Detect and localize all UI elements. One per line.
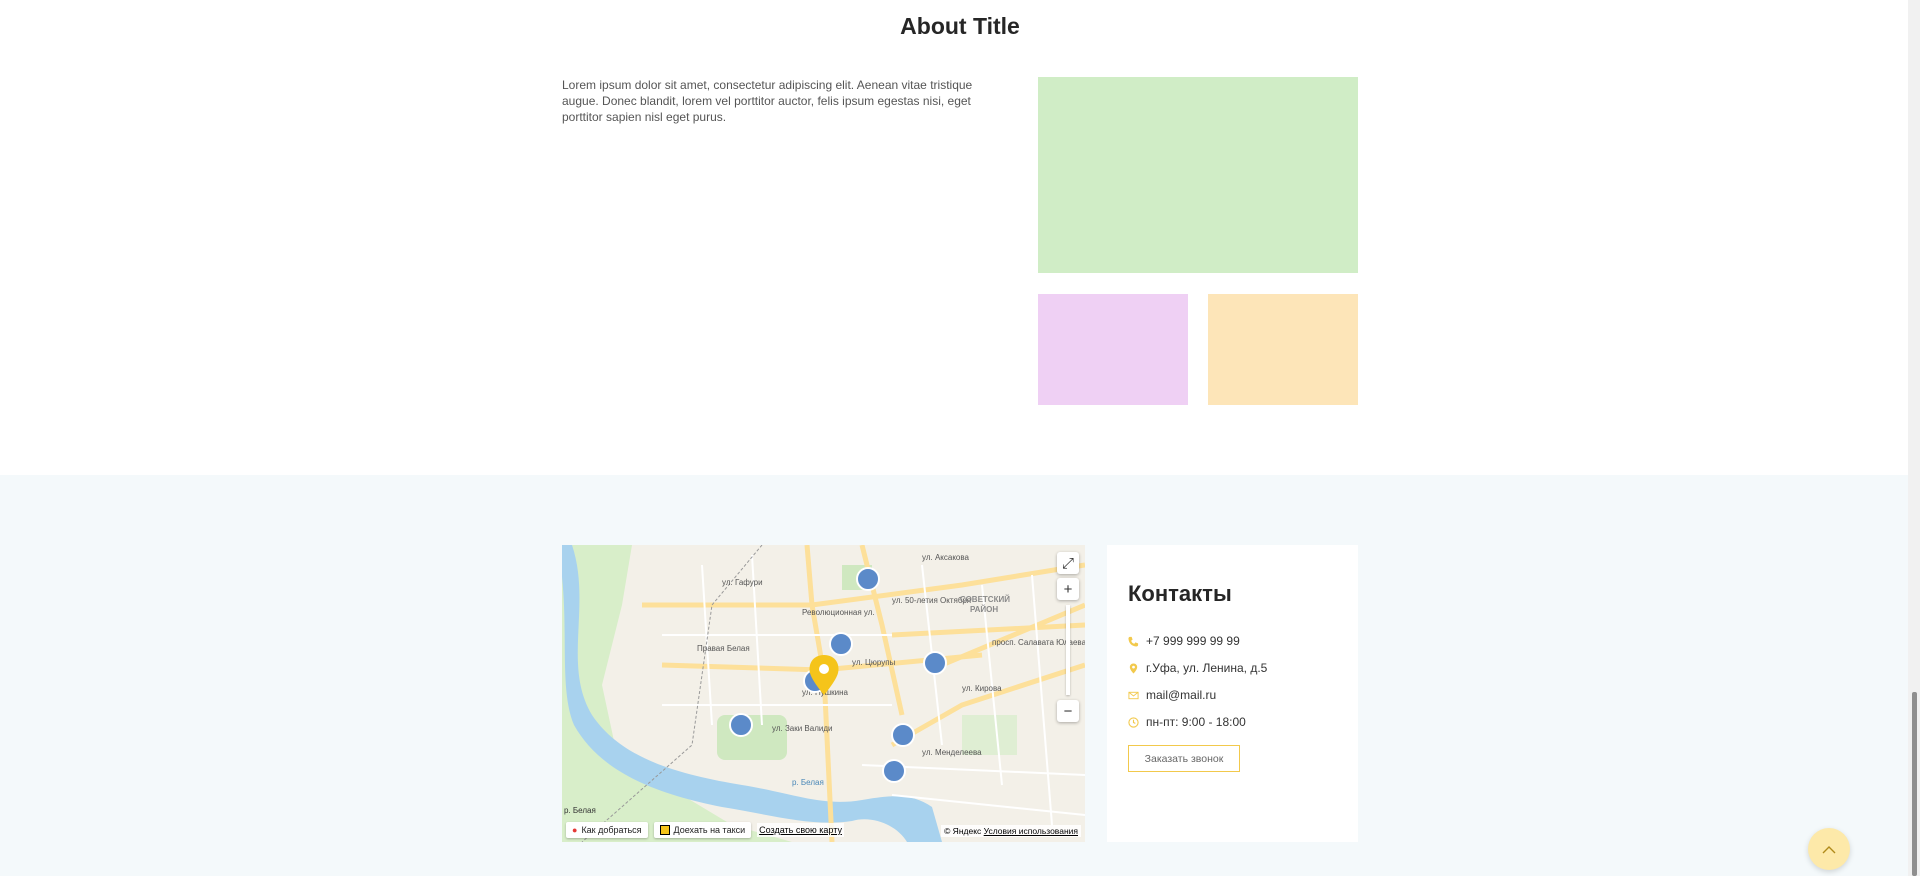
contact-hours: пн-пт: 9:00 - 18:00 — [1128, 715, 1246, 729]
zoom-out-icon[interactable]: − — [1057, 700, 1079, 722]
fullscreen-icon[interactable]: ⤢ — [1057, 552, 1079, 574]
zoom-slider[interactable] — [1066, 605, 1070, 695]
photo-marker[interactable] — [729, 713, 753, 737]
taxi-button[interactable]: Доехать на такси — [653, 822, 752, 838]
email-text[interactable]: mail@mail.ru — [1146, 688, 1216, 702]
map-copyright: © Яндекс Условия использования — [941, 825, 1081, 837]
photo-marker[interactable] — [923, 651, 947, 675]
address-text: г.Уфа, ул. Ленина, д.5 — [1146, 661, 1268, 675]
map-bottom-bar: ● Как добраться Доехать на такси Создать… — [566, 822, 844, 838]
photo-marker[interactable] — [856, 567, 880, 591]
taxi-icon — [659, 825, 670, 835]
image-placeholder-small-right — [1208, 294, 1358, 405]
hours-text: пн-пт: 9:00 - 18:00 — [1146, 715, 1246, 729]
scroll-to-top-button[interactable] — [1808, 828, 1850, 870]
page-scrollbar[interactable] — [1908, 0, 1920, 876]
phone-text[interactable]: +7 999 999 99 99 — [1146, 634, 1240, 648]
contact-address: г.Уфа, ул. Ленина, д.5 — [1128, 661, 1267, 675]
map-label: ул. Менделеева — [922, 748, 982, 757]
map-label: Революционная ул. — [802, 608, 875, 617]
scrollbar-thumb[interactable] — [1912, 692, 1917, 876]
create-map-link[interactable]: Создать свою карту — [757, 823, 844, 837]
map-label: СОВЕТСКИЙ — [960, 595, 1010, 604]
copyright-text: © Яндекс — [944, 826, 982, 836]
chevron-up-icon — [1822, 845, 1836, 853]
map-label: ул. Заки Валиди — [772, 724, 832, 733]
contacts-title: Контакты — [1128, 581, 1232, 606]
location-icon — [1129, 662, 1138, 674]
image-placeholder-small-left — [1038, 294, 1188, 405]
map-label: Правая Белая — [697, 644, 750, 653]
route-label: Как добраться — [581, 825, 642, 835]
taxi-label: Доехать на такси — [673, 825, 746, 835]
map-label: ул. Аксакова — [922, 553, 970, 562]
map-label: ул. Гафури — [722, 578, 763, 587]
map-canvas[interactable]: Революционная ул. ул. 50-летия Октября у… — [562, 545, 1085, 842]
image-placeholder-large — [1038, 77, 1358, 273]
contacts-card: Контакты +7 999 999 99 99 г.Уфа, ул. Лен… — [1107, 545, 1358, 842]
map-label: РАЙОН — [970, 605, 998, 614]
route-button[interactable]: ● Как добраться — [566, 822, 648, 838]
photo-marker[interactable] — [891, 723, 915, 747]
zoom-in-icon[interactable]: + — [1057, 578, 1079, 600]
map-label: р. Белая — [792, 778, 824, 787]
terms-link[interactable]: Условия использования — [984, 826, 1078, 836]
mail-icon — [1128, 691, 1139, 699]
map-label: ул. Цюрупы — [852, 658, 896, 667]
map[interactable]: Революционная ул. ул. 50-летия Октября у… — [562, 545, 1085, 842]
photo-marker[interactable] — [882, 759, 906, 783]
about-text: Lorem ipsum dolor sit amet, consectetur … — [562, 78, 973, 124]
photo-marker[interactable] — [829, 632, 853, 656]
contact-email: mail@mail.ru — [1128, 688, 1216, 702]
map-label: ул. Кирова — [962, 684, 1002, 693]
phone-icon — [1128, 636, 1139, 647]
callback-button[interactable]: Заказать звонок — [1128, 745, 1240, 772]
map-label: просп. Салавата Юлаева — [992, 638, 1085, 647]
contact-phone: +7 999 999 99 99 — [1128, 634, 1240, 648]
clock-icon — [1128, 716, 1139, 728]
location-pin-icon: ● — [572, 825, 578, 835]
map-label: р. Белая — [564, 806, 596, 815]
about-title: About Title — [900, 13, 1020, 39]
